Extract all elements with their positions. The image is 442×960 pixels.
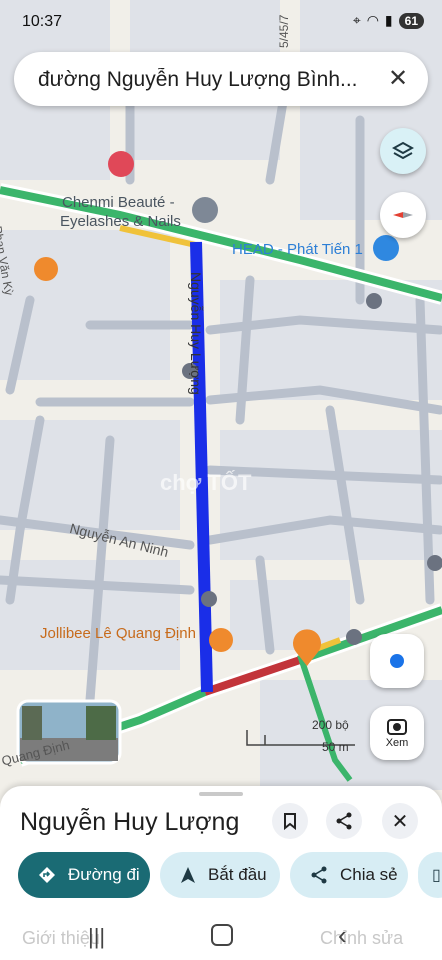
system-nav-bar: ||| ‹ [0,914,442,960]
directions-button[interactable]: Đường đi [18,852,150,898]
location-dot-icon [390,654,404,668]
drag-handle[interactable] [199,792,243,796]
scale-label-ft: 200 bộ [312,718,349,732]
save-button[interactable] [272,803,308,839]
start-button[interactable]: Bắt đầu [160,852,280,898]
search-bar[interactable]: đường Nguyễn Huy Lượng Bình... ✕ [14,52,428,106]
share-icon [310,866,328,884]
watermark: chợ TỐT [160,470,252,495]
layers-icon [392,141,414,160]
bookmark-icon: ▯ [432,867,441,884]
camera-icon [387,719,407,735]
wifi-icon: ◠ [366,12,379,28]
layers-button[interactable] [380,128,426,174]
signal-icon: ▮ [384,12,393,28]
restaurant-pin-icon[interactable] [34,257,58,281]
share-button[interactable] [326,803,362,839]
directions-label: Đường đi [68,865,140,884]
share-icon [336,812,352,830]
directions-icon [38,866,56,884]
close-icon[interactable]: ✕ [384,65,412,93]
back-icon[interactable]: ‹ [338,920,347,951]
poi-label-chenmi[interactable]: Eyelashes & Nails [60,213,181,230]
navigation-arrow-icon [180,866,196,884]
share-label: Chia sẻ [340,865,398,884]
bookmark-icon [284,813,296,830]
battery-icon: 61 [398,12,424,29]
recents-icon[interactable]: ||| [88,924,105,950]
search-query[interactable]: đường Nguyễn Huy Lượng Bình... [38,68,378,92]
street-label-highlight: Nguyễn Huy Lượng [188,272,204,395]
close-button[interactable]: ✕ [382,803,418,839]
lens-view-label: Xem [385,737,409,749]
more-chip[interactable]: ▯ [418,852,442,898]
home-icon[interactable] [211,924,233,946]
place-title: Nguyễn Huy Lượng [20,808,240,836]
poi-label-jollibee[interactable]: Jollibee Lê Quang Định [40,625,196,642]
place-pin-icon[interactable] [192,197,218,223]
location-icon: ⌖ [352,12,361,28]
compass-button[interactable] [380,192,426,238]
start-label: Bắt đầu [208,865,267,884]
status-bar: 10:37 ⌖ ◠ ▮ 61 [0,0,442,44]
poi-label-chenmi[interactable]: Chenmi Beauté - [62,194,175,211]
lock-pin-icon[interactable] [373,235,399,261]
compass-icon [393,212,413,218]
close-icon: ✕ [391,810,409,833]
my-location-button[interactable] [370,634,424,688]
status-time: 10:37 [22,13,63,30]
restaurant-pin-icon[interactable] [209,628,233,652]
store-pin-icon[interactable] [108,151,134,177]
lens-view-button[interactable]: Xem [370,706,424,760]
scale-label-m: 50 m [322,740,349,754]
share-chip[interactable]: Chia sẻ [290,852,408,898]
poi-label-head[interactable]: HEAD - Phát Tiến 1 [232,241,363,258]
